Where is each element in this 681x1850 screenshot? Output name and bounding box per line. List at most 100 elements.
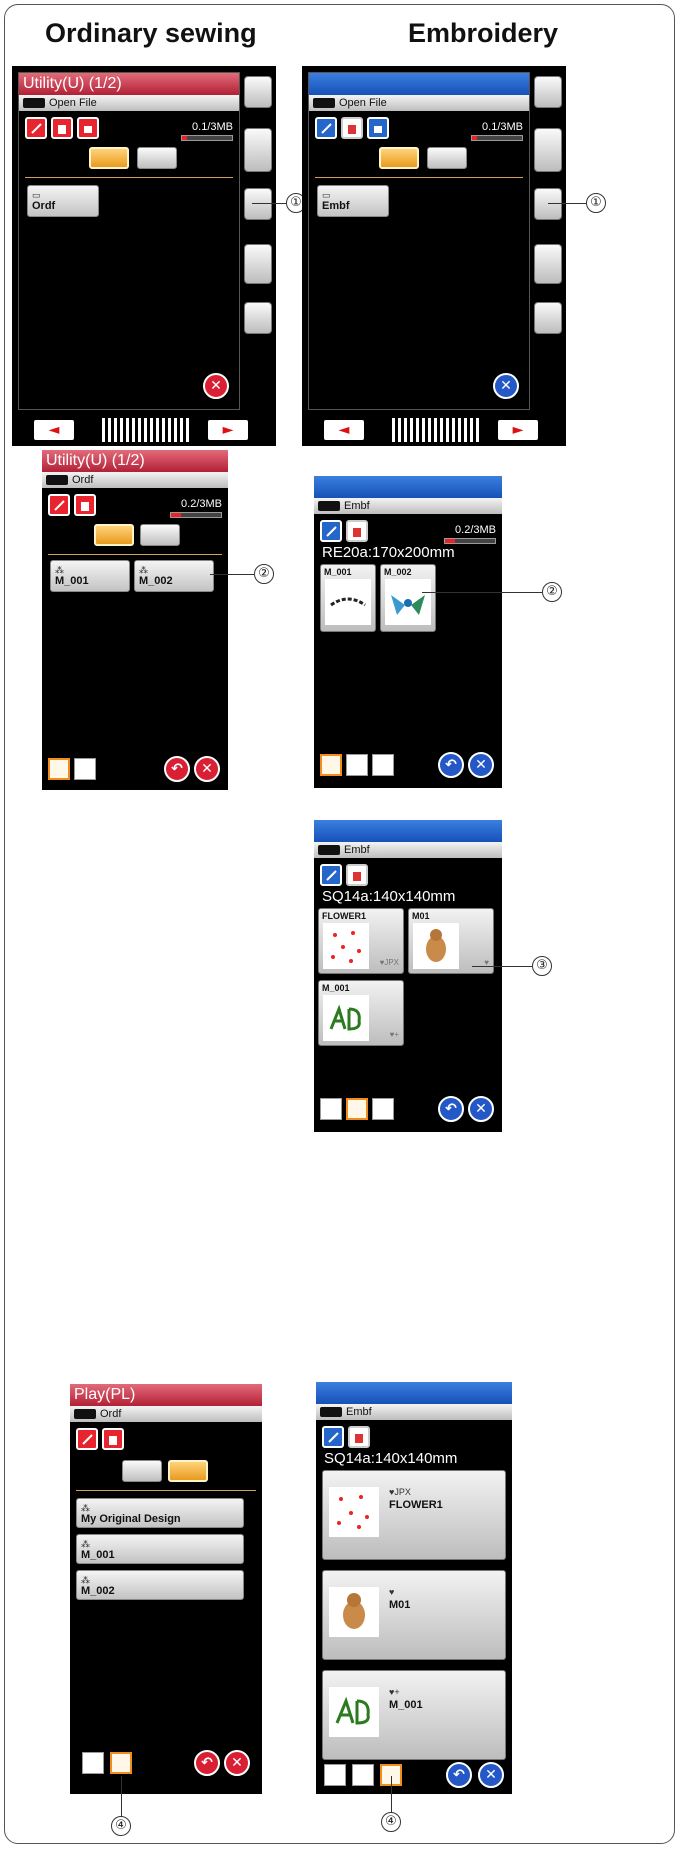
delete-icon[interactable] bbox=[74, 494, 96, 516]
file-thumb-m002[interactable]: M_002 bbox=[380, 564, 436, 632]
usb-memory-button[interactable] bbox=[140, 524, 180, 546]
file-row-m001[interactable]: ♥+ M_001 bbox=[322, 1670, 506, 1760]
list-view-icon[interactable] bbox=[372, 1098, 394, 1120]
machine-memory-button[interactable] bbox=[94, 524, 134, 546]
rename-icon[interactable] bbox=[76, 1428, 98, 1450]
list-view-icon[interactable] bbox=[74, 758, 96, 780]
design-preview-letters bbox=[329, 1687, 379, 1737]
separator bbox=[48, 554, 222, 555]
rename-icon[interactable] bbox=[25, 117, 47, 139]
file-row-m01[interactable]: ♥ M01 bbox=[322, 1570, 506, 1660]
machine-mode-icon[interactable] bbox=[244, 128, 272, 172]
folder-label: Embf bbox=[322, 200, 350, 212]
file-label: M01 bbox=[389, 1599, 411, 1611]
folder-open-icon[interactable] bbox=[244, 188, 272, 220]
stripes bbox=[392, 418, 482, 442]
callout-4-left: ④ bbox=[111, 1816, 131, 1836]
memory-bar-fill bbox=[171, 513, 181, 517]
rename-icon[interactable] bbox=[315, 117, 337, 139]
delete-icon[interactable] bbox=[346, 520, 368, 542]
machine-memory-button[interactable] bbox=[89, 147, 129, 169]
grid-view-large-icon[interactable] bbox=[352, 1764, 374, 1786]
grid-view-small-icon[interactable] bbox=[320, 1098, 342, 1120]
arrow-right-icon[interactable]: ► bbox=[498, 420, 538, 440]
file-icon: ⁂ bbox=[81, 1539, 90, 1549]
folder-button-ordf[interactable]: ▭ Ordf bbox=[27, 185, 99, 217]
file-button-m002[interactable]: ⁂ M_002 bbox=[134, 560, 214, 592]
callout-2-left: ② bbox=[254, 564, 274, 584]
rename-icon[interactable] bbox=[322, 1426, 344, 1448]
file-label: M_001 bbox=[389, 1699, 423, 1711]
delete-icon[interactable] bbox=[51, 117, 73, 139]
rename-icon[interactable] bbox=[48, 494, 70, 516]
grid-view-large-icon[interactable] bbox=[346, 754, 368, 776]
close-button[interactable]: ✕ bbox=[478, 1762, 504, 1788]
close-button[interactable]: ✕ bbox=[203, 373, 229, 399]
home-icon[interactable] bbox=[244, 76, 272, 108]
callout-line-2 bbox=[422, 592, 542, 593]
arrow-right-icon[interactable]: ► bbox=[208, 420, 248, 440]
home-icon[interactable] bbox=[534, 76, 562, 108]
rename-icon[interactable] bbox=[320, 520, 342, 542]
list-view-icon[interactable] bbox=[372, 754, 394, 776]
settings-icon[interactable] bbox=[534, 244, 562, 284]
file-row-m001[interactable]: ⁂ M_001 bbox=[76, 1534, 244, 1564]
file-thumb-flower1[interactable]: FLOWER1 ♥JPX bbox=[318, 908, 404, 974]
list-view-icon[interactable] bbox=[110, 1752, 132, 1774]
callout-line-4 bbox=[391, 1776, 392, 1816]
hoop-size: SQ14a:140x140mm bbox=[322, 888, 456, 905]
design-preview-text bbox=[325, 579, 371, 625]
file-icon: ⁂ bbox=[81, 1503, 90, 1513]
close-button[interactable]: ✕ bbox=[493, 373, 519, 399]
close-button[interactable]: ✕ bbox=[468, 1096, 494, 1122]
file-row-my-original-design[interactable]: ⁂ My Original Design bbox=[76, 1498, 244, 1528]
design-preview-dots bbox=[329, 1487, 379, 1537]
machine-screen-ordinary-open-file: Utility(U) (1/2) Open File 0.1/3MB ▭ Ordf… bbox=[12, 66, 276, 446]
usb-memory-button[interactable] bbox=[168, 1460, 208, 1482]
close-button[interactable]: ✕ bbox=[194, 756, 220, 782]
delete-icon[interactable] bbox=[348, 1426, 370, 1448]
back-button[interactable]: ↶ bbox=[164, 756, 190, 782]
new-folder-icon[interactable] bbox=[77, 117, 99, 139]
arrow-left-icon[interactable]: ◄ bbox=[34, 420, 74, 440]
grid-view-small-icon[interactable] bbox=[82, 1752, 104, 1774]
key-icon[interactable] bbox=[244, 302, 272, 334]
grid-view-large-icon[interactable] bbox=[346, 1098, 368, 1120]
folder-open-icon[interactable] bbox=[534, 188, 562, 220]
file-thumb-m001[interactable]: M_001 ♥+ bbox=[318, 980, 404, 1046]
close-button[interactable]: ✕ bbox=[224, 1750, 250, 1776]
delete-icon[interactable] bbox=[341, 117, 363, 139]
file-label: M_002 bbox=[384, 567, 412, 577]
grid-view-small-icon[interactable] bbox=[320, 754, 342, 776]
usb-memory-button[interactable] bbox=[137, 147, 177, 169]
machine-memory-button[interactable] bbox=[122, 1460, 162, 1482]
machine-memory-button[interactable] bbox=[379, 147, 419, 169]
file-label: M01 bbox=[412, 911, 430, 921]
rename-icon[interactable] bbox=[320, 864, 342, 886]
machine-mode-icon[interactable] bbox=[534, 128, 562, 172]
usb-memory-button[interactable] bbox=[427, 147, 467, 169]
close-button[interactable]: ✕ bbox=[468, 752, 494, 778]
settings-icon[interactable] bbox=[244, 244, 272, 284]
file-thumb-m01[interactable]: M01 ♥ bbox=[408, 908, 494, 974]
file-button-m001[interactable]: ⁂ M_001 bbox=[50, 560, 130, 592]
back-button[interactable]: ↶ bbox=[194, 1750, 220, 1776]
path-label: Open File bbox=[339, 97, 387, 109]
mode-title bbox=[314, 820, 502, 842]
file-row-m002[interactable]: ⁂ M_002 bbox=[76, 1570, 244, 1600]
file-thumb-m001[interactable]: M_001 bbox=[320, 564, 376, 632]
grid-view-small-icon[interactable] bbox=[48, 758, 70, 780]
grid-view-small-icon[interactable] bbox=[324, 1764, 346, 1786]
new-folder-icon[interactable] bbox=[367, 117, 389, 139]
folder-button-embf[interactable]: ▭ Embf bbox=[317, 185, 389, 217]
key-icon[interactable] bbox=[534, 302, 562, 334]
file-type-tag: ♥JPX bbox=[389, 1487, 411, 1497]
back-button[interactable]: ↶ bbox=[438, 752, 464, 778]
delete-icon[interactable] bbox=[346, 864, 368, 886]
file-row-flower1[interactable]: ♥JPX FLOWER1 bbox=[322, 1470, 506, 1560]
arrow-left-icon[interactable]: ◄ bbox=[324, 420, 364, 440]
delete-icon[interactable] bbox=[102, 1428, 124, 1450]
back-button[interactable]: ↶ bbox=[446, 1762, 472, 1788]
back-button[interactable]: ↶ bbox=[438, 1096, 464, 1122]
stripes bbox=[102, 418, 192, 442]
